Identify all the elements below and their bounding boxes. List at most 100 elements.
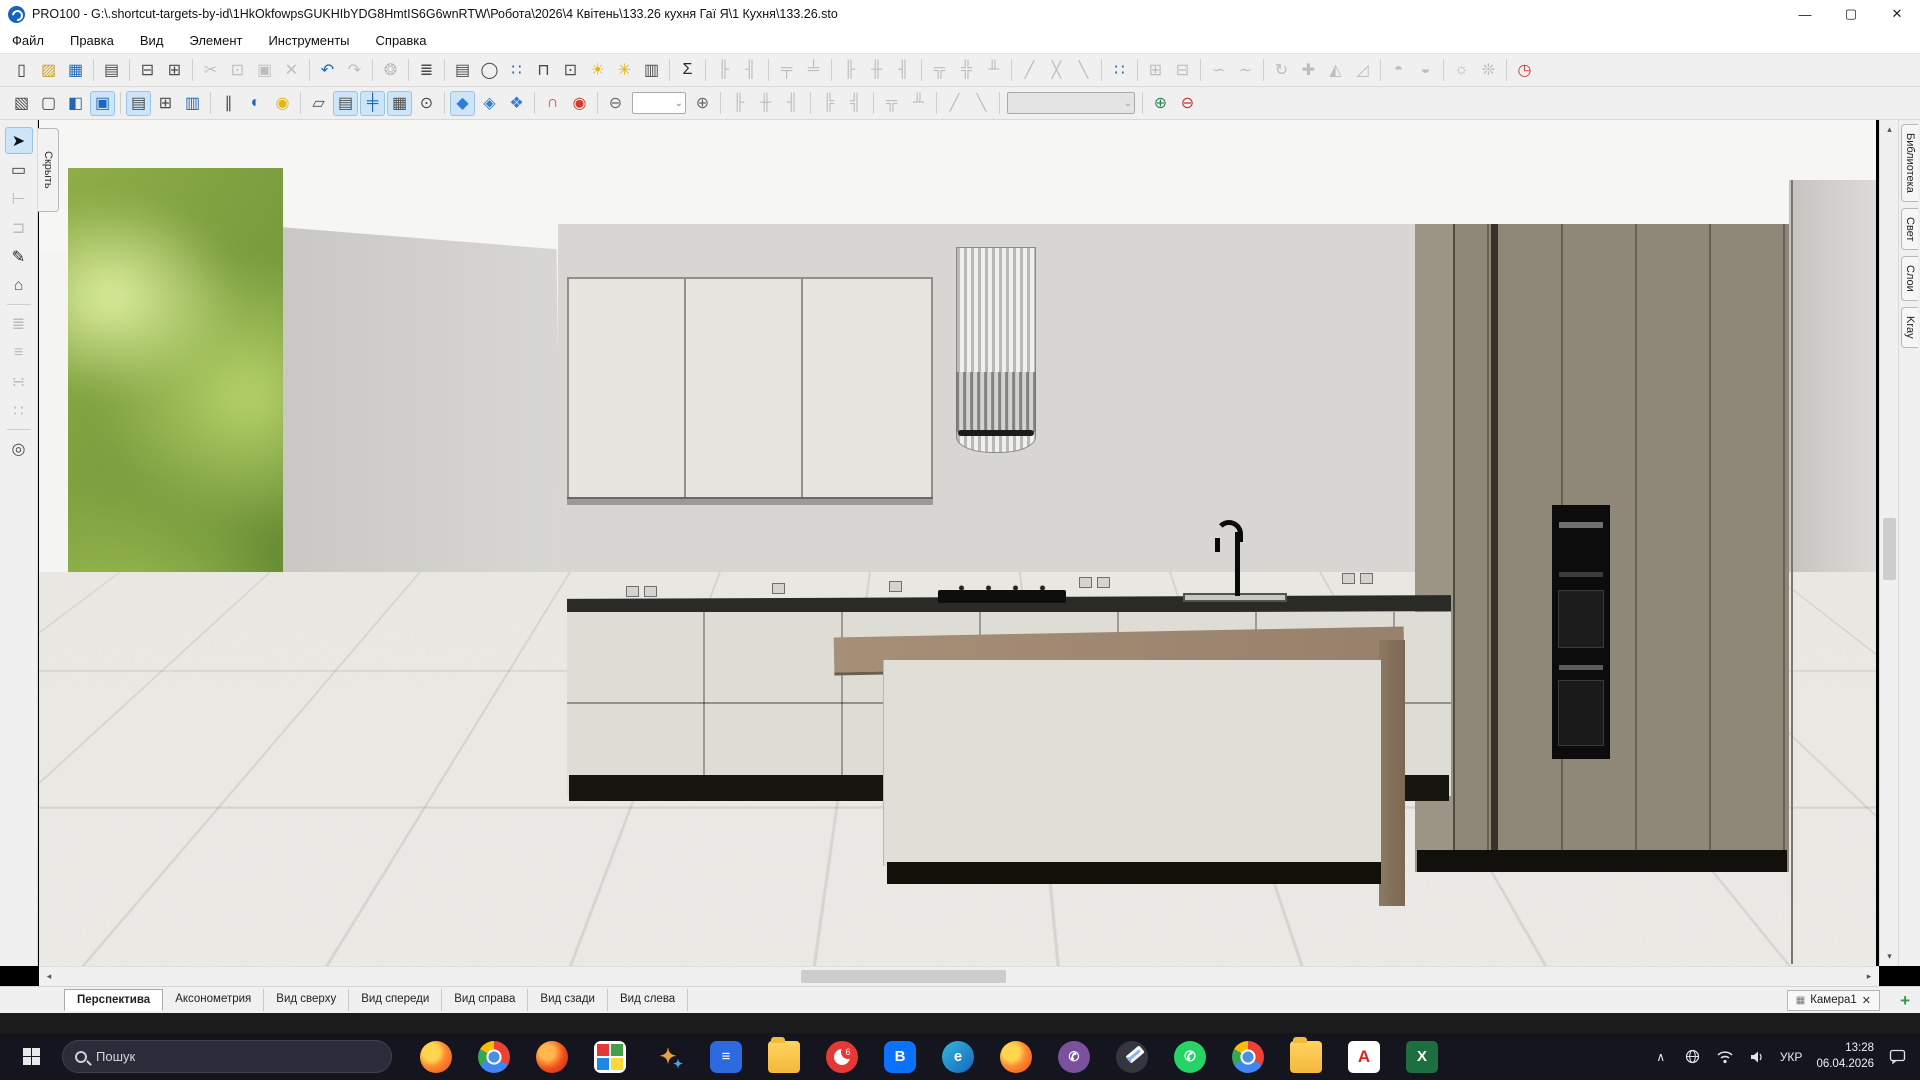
mirror-tool-icon[interactable]: ◭ [1323, 58, 1348, 83]
menu-item-справка[interactable]: Справка [376, 33, 427, 48]
zoom-level-combo[interactable]: ⌄ [632, 92, 686, 114]
curve2-icon[interactable]: ∼ [1233, 58, 1258, 83]
photos-icon[interactable] [594, 1041, 626, 1073]
taskbar-clock[interactable]: 13:28 06.04.2026 [1816, 1041, 1874, 1072]
align-bars3-icon[interactable]: ╨ [981, 58, 1006, 83]
smooth-shading-icon[interactable]: ◐ [243, 91, 268, 116]
textures-toggle-icon[interactable]: ▱ [306, 91, 331, 116]
wall-socket[interactable] [889, 581, 902, 592]
scroll-left-icon[interactable]: ◂ [39, 967, 59, 986]
vk-icon[interactable]: B [884, 1041, 916, 1073]
vertical-scrollbar[interactable]: ▴ ▾ [1879, 120, 1898, 966]
show-grid-icon[interactable]: ▦ [387, 91, 412, 116]
distribute-v1-icon[interactable]: ╟ [726, 91, 751, 116]
dimension-window-icon[interactable]: ⊓ [531, 58, 556, 83]
horizontal-scrollbar[interactable]: ◂ ▸ [39, 966, 1879, 986]
flare-off-icon[interactable]: ❊ [1476, 58, 1501, 83]
firefox-icon[interactable] [420, 1041, 452, 1073]
distribute-v3-icon[interactable]: ╢ [780, 91, 805, 116]
material-combo[interactable]: ⌄ [1007, 92, 1135, 114]
menu-item-вид[interactable]: Вид [140, 33, 164, 48]
menu-item-правка[interactable]: Правка [70, 33, 114, 48]
camera-tab[interactable]: ▦ Камера1 ✕ [1787, 990, 1880, 1011]
show-contours-icon[interactable]: ⊙ [414, 91, 439, 116]
add-element-icon[interactable]: ▭ [5, 156, 33, 183]
copilot-icon[interactable]: ✦✦ [652, 1041, 684, 1073]
properties-icon[interactable]: ≣ [414, 58, 439, 83]
vscroll-thumb[interactable] [1883, 518, 1896, 580]
element-window-icon[interactable]: ⊡ [558, 58, 583, 83]
panel-tab-kray[interactable]: Kray [1901, 307, 1918, 348]
folder-icon[interactable] [768, 1041, 800, 1073]
ungroup-icon[interactable]: ⊟ [1170, 58, 1195, 83]
label-tool-icon[interactable]: ⊐ [5, 214, 33, 241]
scroll-up-icon[interactable]: ▴ [1880, 120, 1899, 139]
hscroll-thumb[interactable] [801, 970, 1006, 983]
summary-sigma-icon[interactable]: Σ [675, 58, 700, 83]
view-wireframe-icon[interactable]: ▧ [9, 91, 34, 116]
network-globe-icon[interactable] [1684, 1048, 1702, 1066]
acrobat-icon[interactable]: A [1348, 1041, 1380, 1073]
magnet-target-icon[interactable]: ◉ [567, 91, 592, 116]
explorer-icon[interactable] [1290, 1041, 1322, 1073]
view-tab-перспектива[interactable]: Перспектива [64, 989, 163, 1011]
camera-tab-close-icon[interactable]: ✕ [1862, 994, 1871, 1007]
menu-item-элемент[interactable]: Элемент [189, 33, 242, 48]
kitchen-island[interactable] [883, 660, 1381, 866]
panel-tab-свет[interactable]: Свет [1901, 208, 1918, 250]
menu-item-инструменты[interactable]: Инструменты [268, 33, 349, 48]
chrome-icon-2[interactable] [1232, 1041, 1264, 1073]
rotate-step1-icon[interactable]: ╱ [942, 91, 967, 116]
new-file-icon[interactable]: ▯ [9, 58, 34, 83]
zoom-in-icon[interactable]: ⊕ [690, 91, 715, 116]
maximize-button[interactable]: ▢ [1828, 0, 1874, 28]
align-edge1-icon[interactable]: ╠ [816, 91, 841, 116]
curve1-icon[interactable]: ∽ [1206, 58, 1231, 83]
open-folder-icon[interactable]: ▨ [36, 58, 61, 83]
snap-grid-icon[interactable]: ◆ [450, 91, 475, 116]
dimension-tool-icon[interactable]: ⊢ [5, 185, 33, 212]
proj-ortho-icon[interactable]: ▥ [180, 91, 205, 116]
view-textured-icon[interactable]: ▣ [90, 91, 115, 116]
material-picker-icon[interactable]: ✎ [5, 243, 33, 270]
report1-icon[interactable]: ≣ [5, 310, 33, 337]
delete-icon[interactable]: ✕ [279, 58, 304, 83]
wall-socket[interactable] [626, 586, 639, 597]
undo-icon[interactable]: ↶ [315, 58, 340, 83]
close-button[interactable]: ✕ [1874, 0, 1920, 28]
render-flare-icon[interactable]: ✳ [612, 58, 637, 83]
paste-icon[interactable]: ▣ [252, 58, 277, 83]
scroll-right-icon[interactable]: ▸ [1859, 967, 1879, 986]
cut-icon[interactable]: ✂ [198, 58, 223, 83]
view-tab-вид-сзади[interactable]: Вид сзади [528, 989, 608, 1011]
viewport-3d[interactable] [39, 120, 1876, 966]
panel-tab-слои[interactable]: Слои [1901, 256, 1918, 301]
volume-icon[interactable] [1748, 1048, 1766, 1066]
show-dimensions-icon[interactable]: ╪ [360, 91, 385, 116]
timer-gauge-icon[interactable]: ◷ [1512, 58, 1537, 83]
align-bars2-icon[interactable]: ╬ [954, 58, 979, 83]
align-top-rail-icon[interactable]: ╤ [774, 58, 799, 83]
tilt3-icon[interactable]: ╲ [1071, 58, 1096, 83]
scale-tool-icon[interactable]: ◿ [1350, 58, 1375, 83]
render-grid-icon[interactable]: ∷ [1107, 58, 1132, 83]
wall-socket[interactable] [1360, 573, 1373, 584]
print-preview-icon[interactable]: ⊞ [162, 58, 187, 83]
profile-edges-icon[interactable]: ∥ [216, 91, 241, 116]
align-bottom-rail-icon[interactable]: ╧ [801, 58, 826, 83]
menu-item-файл[interactable]: Файл [12, 33, 44, 48]
proj-axonometry-icon[interactable]: ⊞ [153, 91, 178, 116]
align-edge3-icon[interactable]: ╦ [879, 91, 904, 116]
wall-socket[interactable] [1342, 573, 1355, 584]
view-tab-вид-сверху[interactable]: Вид сверху [264, 989, 349, 1011]
ellipsoid2-icon[interactable]: ◒ [1413, 58, 1438, 83]
align-edge2-icon[interactable]: ╣ [843, 91, 868, 116]
settings-gear-icon[interactable]: ❂ [378, 58, 403, 83]
start-button[interactable] [14, 1040, 48, 1074]
align-right-rail-icon[interactable]: ╢ [738, 58, 763, 83]
open-example-icon[interactable]: ▤ [99, 58, 124, 83]
print-icon[interactable]: ⊟ [135, 58, 160, 83]
upper-wall-cabinets[interactable] [567, 277, 933, 499]
redo-icon[interactable]: ↷ [342, 58, 367, 83]
report-document-icon[interactable]: ▤ [450, 58, 475, 83]
